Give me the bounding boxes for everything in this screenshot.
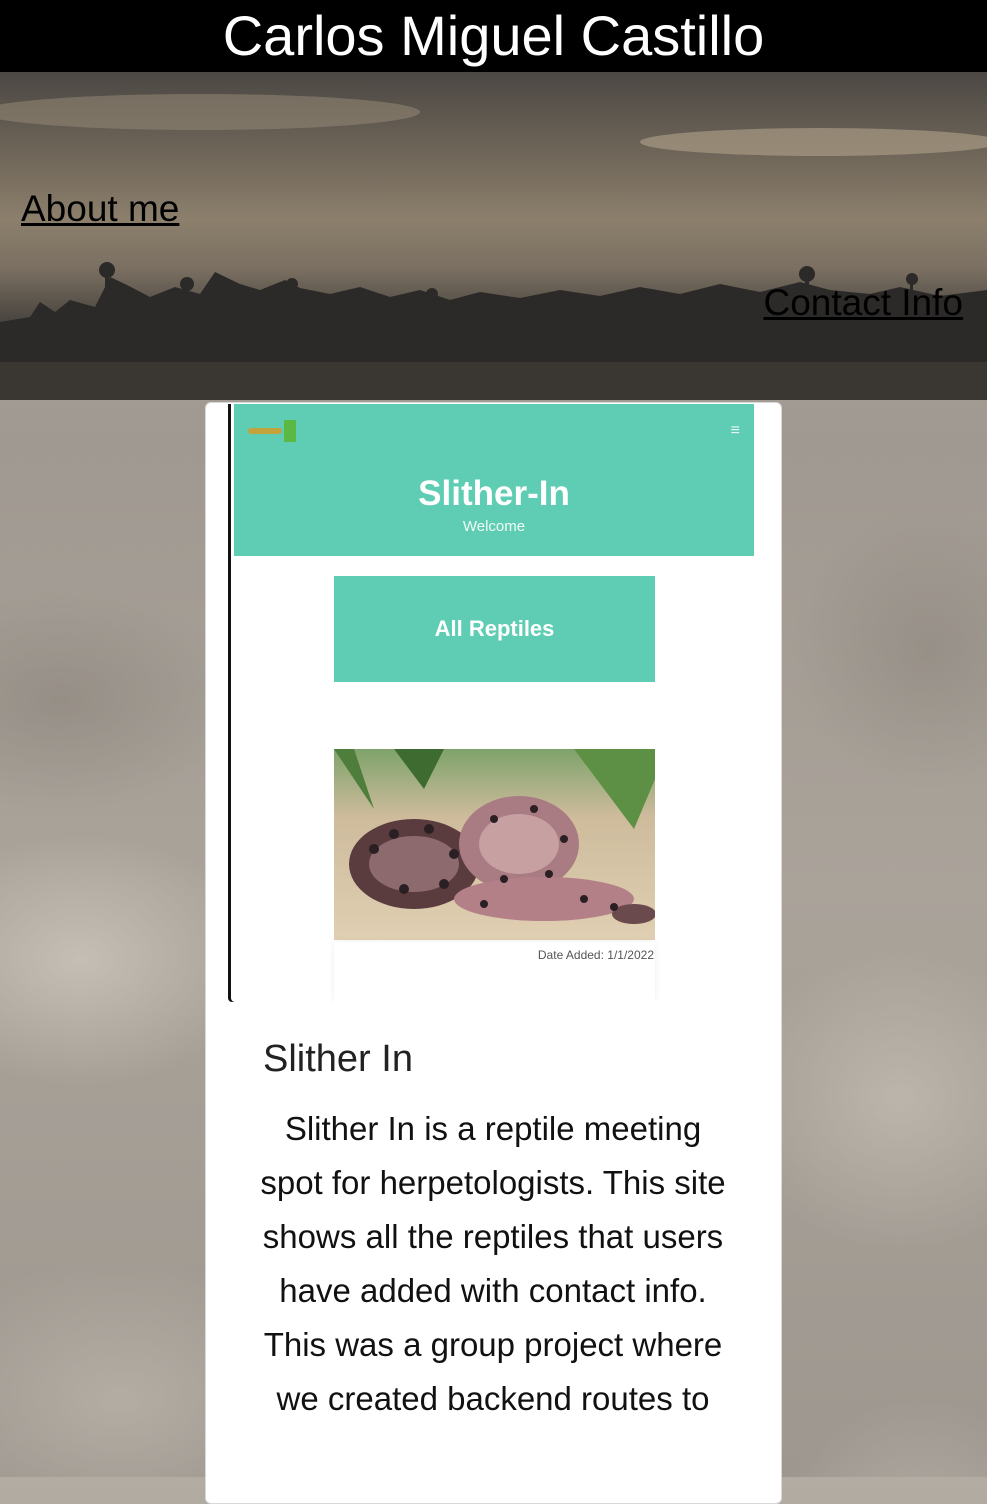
screenshot-header: ≡ Slither-In Welcome [234, 404, 754, 556]
project-title: Slither In [263, 1038, 413, 1080]
screenshot-app-title: Slither-In [418, 474, 570, 513]
slither-in-logo [248, 428, 282, 434]
project-screenshot: ≡ Slither-In Welcome All Reptiles Date A… [231, 404, 754, 1002]
site-title: Carlos Miguel Castillo [0, 0, 987, 72]
hamburger-icon: ≡ [730, 422, 740, 439]
date-added-text: Date Added: 1/1/2022 [537, 948, 654, 962]
skyline-silhouette [0, 94, 987, 400]
contact-info-link[interactable]: Contact Info [763, 282, 963, 324]
hero-banner: About me Contact Info [0, 72, 987, 400]
logo-block [284, 420, 296, 442]
screenshot-app-subtitle: Welcome [462, 518, 526, 535]
about-me-link[interactable]: About me [21, 188, 179, 230]
project-description: Slither In is a reptile meeting spot for… [260, 1110, 726, 1417]
all-reptiles-button: All Reptiles [334, 576, 655, 682]
snake-photo [334, 749, 655, 940]
